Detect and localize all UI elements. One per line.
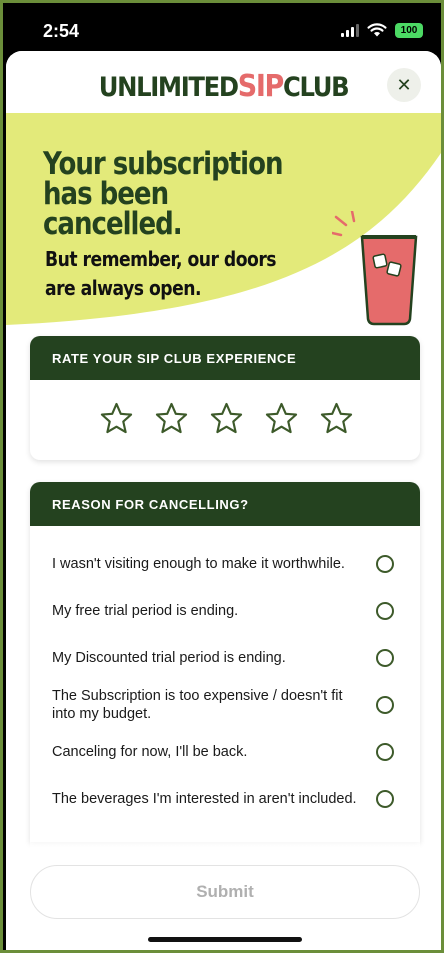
status-bar: 2:54 100 — [3, 3, 441, 55]
radio-button[interactable] — [376, 648, 394, 667]
reason-option-label: The beverages I'm interested in aren't i… — [52, 790, 357, 807]
drink-cup-icon — [332, 211, 418, 326]
reason-option[interactable]: The Subscription is too expensive / does… — [52, 681, 420, 728]
star-2-icon[interactable] — [155, 402, 188, 435]
reason-option-label: The Subscription is too expensive / does… — [52, 687, 343, 722]
reason-option[interactable]: Canceling for now, I'll be back. — [52, 728, 420, 775]
reason-option[interactable]: My Discounted trial period is ending. — [52, 634, 420, 681]
close-button[interactable]: ✕ — [387, 68, 421, 102]
logo-text-sip: SIP — [237, 69, 285, 104]
battery-icon: 100 — [395, 23, 423, 38]
radio-button[interactable] — [376, 742, 394, 761]
cellular-signal-icon — [341, 24, 359, 37]
reason-option-label: My Discounted trial period is ending. — [52, 649, 286, 666]
star-rating — [30, 380, 420, 435]
home-indicator — [148, 937, 302, 942]
reason-option[interactable]: I wasn't visiting enough to make it wort… — [52, 540, 420, 587]
hero-banner: Your subscription has been cancelled. Bu… — [6, 113, 441, 328]
status-time: 2:54 — [43, 21, 80, 41]
radio-button[interactable] — [376, 601, 394, 620]
reason-option-label: I wasn't visiting enough to make it wort… — [52, 555, 345, 572]
wifi-icon — [367, 23, 387, 37]
rating-heading: RATE YOUR SIP CLUB EXPERIENCE — [30, 336, 420, 380]
star-4-icon[interactable] — [265, 402, 298, 435]
status-icons: 100 — [341, 23, 423, 38]
reason-option-label: Canceling for now, I'll be back. — [52, 743, 248, 760]
reason-option[interactable]: My free trial period is ending. — [52, 587, 420, 634]
close-icon: ✕ — [396, 74, 412, 95]
phone-frame: 2:54 100 UNLIMITEDSIPCLUB ✕ Your subscri… — [0, 0, 444, 953]
radio-button[interactable] — [376, 789, 394, 808]
reason-option-label: My free trial period is ending. — [52, 602, 239, 619]
reason-list: I wasn't visiting enough to make it wort… — [30, 526, 420, 822]
sheet-header: UNLIMITEDSIPCLUB ✕ — [6, 51, 441, 113]
star-1-icon[interactable] — [100, 402, 133, 435]
reason-option[interactable]: The beverages I'm interested in aren't i… — [52, 775, 420, 822]
rating-card: RATE YOUR SIP CLUB EXPERIENCE — [30, 336, 420, 460]
radio-button[interactable] — [376, 695, 394, 714]
reason-card: REASON FOR CANCELLING? I wasn't visiting… — [30, 482, 420, 842]
star-3-icon[interactable] — [210, 402, 243, 435]
logo-text-unlimited: UNLIMITED — [98, 72, 239, 103]
star-5-icon[interactable] — [320, 402, 353, 435]
logo-text-club: CLUB — [282, 72, 350, 103]
unlimited-sip-club-logo: UNLIMITEDSIPCLUB — [28, 69, 420, 104]
scroll-fade — [30, 821, 420, 851]
hero-title: Your subscription has been cancelled. — [43, 146, 283, 242]
submit-button[interactable]: Submit — [30, 865, 420, 919]
hero-subtitle: But remember, our doors are always open. — [45, 247, 277, 300]
reason-heading: REASON FOR CANCELLING? — [30, 482, 420, 526]
radio-button[interactable] — [376, 554, 394, 573]
cancellation-sheet: UNLIMITEDSIPCLUB ✕ Your subscription has… — [6, 51, 441, 950]
